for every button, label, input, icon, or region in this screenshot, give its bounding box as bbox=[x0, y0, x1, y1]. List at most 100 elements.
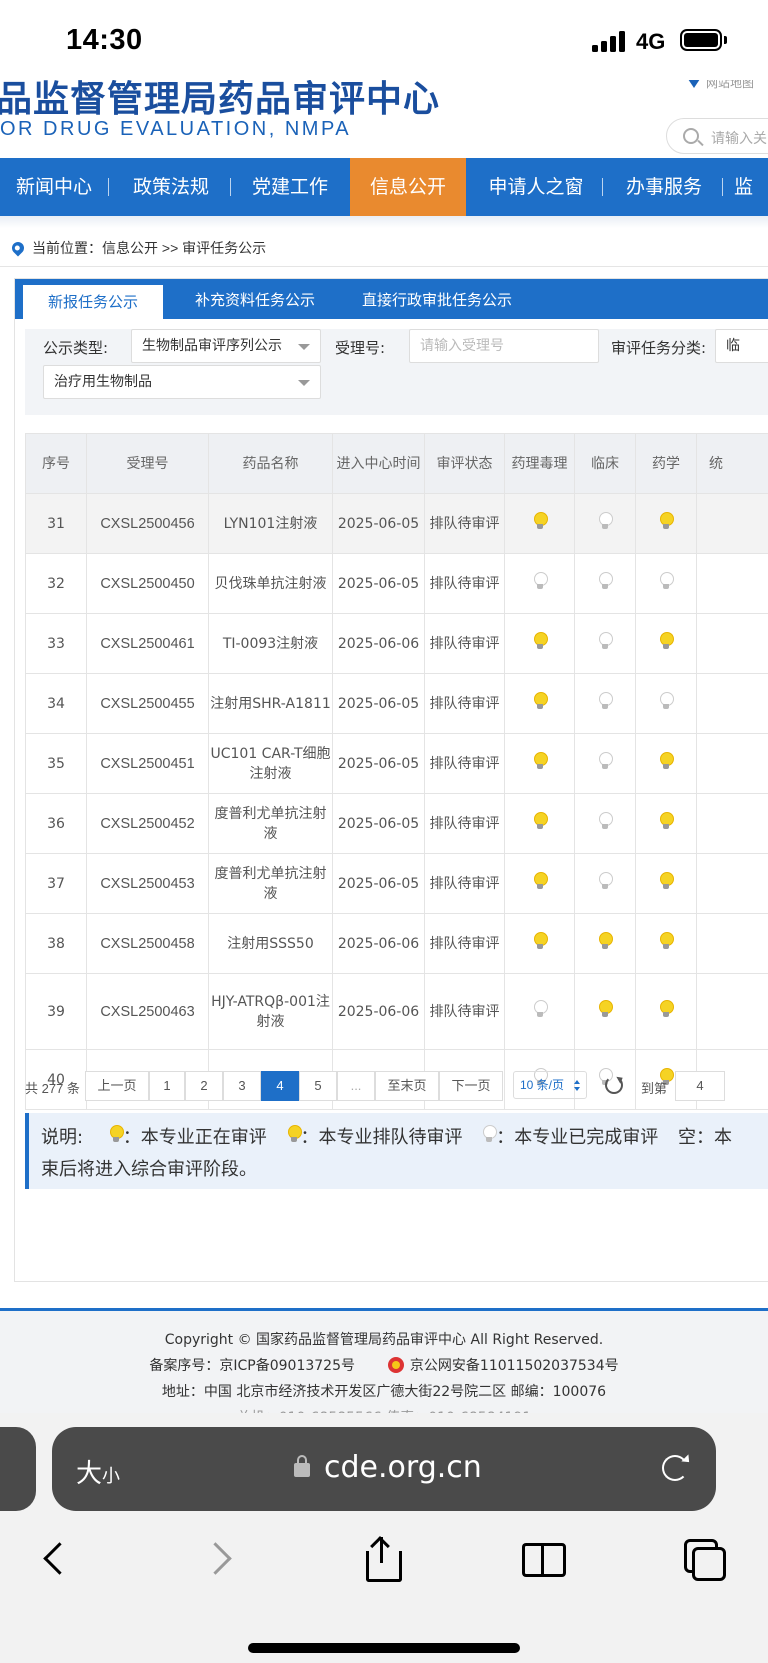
nav-item-info-public[interactable]: 信息公开 bbox=[350, 158, 466, 216]
main-nav: 新闻中心 政策法规 党建工作 信息公开 申请人之窗 办事服务 监 bbox=[0, 158, 768, 216]
filter-category-label: 审评任务分类: bbox=[611, 339, 707, 357]
cell-clinical bbox=[574, 613, 636, 674]
total-count: 共 277 条 bbox=[25, 1081, 80, 1096]
signal-icon bbox=[592, 30, 626, 52]
goto-label: 到第 bbox=[641, 1081, 668, 1096]
cell-drug-name: HJY-ATRQβ-001注射液 bbox=[208, 973, 333, 1050]
cell-no: 33 bbox=[25, 613, 87, 674]
bulb-icon bbox=[659, 999, 674, 1018]
col-header-accept-no[interactable]: 受理号 bbox=[86, 433, 209, 494]
cell-clinical bbox=[574, 733, 636, 794]
filter-type-select[interactable]: 生物制品审评序列公示 bbox=[131, 329, 321, 363]
page-button-2[interactable]: 2 bbox=[185, 1071, 223, 1101]
bulb-icon bbox=[598, 811, 613, 830]
sitemap-icon bbox=[688, 79, 700, 89]
battery-tip bbox=[724, 36, 727, 44]
col-header-entry-time[interactable]: 进入中心时间 bbox=[332, 433, 425, 494]
col-header-stats[interactable]: 统 bbox=[696, 433, 768, 494]
tab-direct-approval-tasks[interactable]: 直接行政审批任务公示 bbox=[347, 279, 527, 319]
nav-shadow bbox=[0, 216, 768, 228]
nav-separator bbox=[230, 178, 231, 196]
prev-page-button[interactable]: 上一页 bbox=[85, 1071, 149, 1101]
bulb-icon bbox=[598, 931, 613, 950]
filter-subcategory-value: 治疗用生物制品 bbox=[54, 374, 152, 390]
refresh-icon[interactable] bbox=[605, 1076, 623, 1094]
cell-drug-name: UC101 CAR-T细胞注射液 bbox=[208, 733, 333, 794]
page-ellipsis: ... bbox=[337, 1071, 375, 1101]
cell-no: 34 bbox=[25, 673, 87, 734]
bulb-icon bbox=[659, 871, 674, 890]
cell-entry-time: 2025-06-05 bbox=[332, 493, 425, 554]
address-bar[interactable]: 大小 cde.org.cn bbox=[52, 1427, 716, 1511]
footer-police[interactable]: 京公网安备11011502037534号 bbox=[410, 1358, 619, 1374]
notes-label: 说明: bbox=[41, 1127, 84, 1148]
cell-drug-name: 度普利尤单抗注射液 bbox=[208, 853, 333, 914]
filter-subcategory-select[interactable]: 治疗用生物制品 bbox=[43, 365, 321, 399]
tab-new-tasks[interactable]: 新报任务公示 bbox=[23, 285, 163, 319]
reload-icon[interactable] bbox=[662, 1455, 688, 1481]
col-header-drug-name[interactable]: 药品名称 bbox=[208, 433, 333, 494]
table-row: 39 CXSL2500463 HJY-ATRQβ-001注射液 2025-06-06 排… bbox=[25, 973, 768, 1050]
cell-accept-no: CXSL2500458 bbox=[86, 913, 209, 974]
forward-icon[interactable] bbox=[196, 1537, 240, 1581]
filter-accept-label: 受理号: bbox=[335, 339, 386, 357]
text-size-button[interactable]: 大小 bbox=[76, 1453, 120, 1490]
nav-separator bbox=[722, 178, 723, 196]
nav-item-services[interactable]: 办事服务 bbox=[606, 158, 722, 216]
footer-icp[interactable]: 备案序号：京ICP备09013725号 bbox=[149, 1358, 355, 1374]
cell-entry-time: 2025-06-05 bbox=[332, 793, 425, 854]
goto-page-input[interactable]: 4 bbox=[675, 1071, 725, 1101]
table-row: 37 CXSL2500453 度普利尤单抗注射液 2025-06-05 排队待审评 bbox=[25, 853, 768, 914]
breadcrumb-divider bbox=[0, 266, 768, 267]
nav-item-supervision[interactable]: 监 bbox=[734, 158, 768, 216]
accept-number-input[interactable]: 请输入受理号 bbox=[409, 329, 599, 363]
search-placeholder: 请输入关 bbox=[711, 130, 767, 146]
page-button-5[interactable]: 5 bbox=[299, 1071, 337, 1101]
cell-accept-no: CXSL2500450 bbox=[86, 553, 209, 614]
bulb-icon bbox=[533, 931, 548, 950]
cell-clinical bbox=[574, 973, 636, 1050]
cell-accept-no: CXSL2500455 bbox=[86, 673, 209, 734]
tab-supplement-tasks[interactable]: 补充资料任务公示 bbox=[175, 279, 335, 319]
notes-item-queued: ：本专业排队待审评 bbox=[300, 1127, 463, 1148]
back-icon[interactable] bbox=[34, 1537, 78, 1581]
cell-clinical bbox=[574, 553, 636, 614]
nav-item-party[interactable]: 党建工作 bbox=[232, 158, 348, 216]
nav-item-applicant[interactable]: 申请人之窗 bbox=[470, 158, 602, 216]
page-button-4[interactable]: 4 bbox=[261, 1071, 299, 1101]
col-header-clinical[interactable]: 临床 bbox=[574, 433, 636, 494]
share-icon[interactable] bbox=[360, 1536, 404, 1582]
cell-stats bbox=[696, 733, 768, 794]
col-header-no[interactable]: 序号 bbox=[25, 433, 87, 494]
sort-arrows-icon bbox=[574, 1080, 580, 1092]
bulb-icon bbox=[598, 571, 613, 590]
cell-status: 排队待审评 bbox=[424, 733, 505, 794]
page-button-1[interactable]: 1 bbox=[149, 1071, 185, 1101]
url-text[interactable]: cde.org.cn bbox=[324, 1450, 482, 1485]
col-header-pharmacy[interactable]: 药学 bbox=[635, 433, 697, 494]
last-page-button[interactable]: 至末页 bbox=[375, 1071, 439, 1101]
filter-category-select[interactable]: 临 bbox=[715, 329, 768, 363]
tabs-icon[interactable] bbox=[682, 1537, 726, 1581]
bookmarks-icon[interactable] bbox=[520, 1537, 566, 1581]
bulb-icon-completed bbox=[482, 1125, 498, 1143]
bulb-icon bbox=[533, 691, 548, 710]
page-button-3[interactable]: 3 bbox=[223, 1071, 261, 1101]
col-header-status[interactable]: 审评状态 bbox=[424, 433, 505, 494]
cell-no: 31 bbox=[25, 493, 87, 554]
nav-item-policy[interactable]: 政策法规 bbox=[112, 158, 230, 216]
cell-pharm-tox bbox=[504, 913, 575, 974]
content-panel: 新报任务公示 补充资料任务公示 直接行政审批任务公示 公示类型: 生物制品审评序… bbox=[14, 278, 768, 1282]
page-size-select[interactable]: 10 条/页 bbox=[513, 1071, 587, 1099]
bulb-icon bbox=[533, 631, 548, 650]
next-page-button[interactable]: 下一页 bbox=[439, 1071, 503, 1101]
bulb-icon-queued bbox=[287, 1125, 302, 1143]
cell-accept-no: CXSL2500453 bbox=[86, 853, 209, 914]
col-header-pharm-tox[interactable]: 药理毒理 bbox=[504, 433, 575, 494]
cell-pharm-tox bbox=[504, 733, 575, 794]
nav-item-news[interactable]: 新闻中心 bbox=[0, 158, 108, 216]
breadcrumb-text: 当前位置：信息公开 >> 审评任务公示 bbox=[32, 240, 267, 256]
cell-pharmacy bbox=[635, 673, 697, 734]
previous-tab-peek[interactable] bbox=[0, 1427, 36, 1511]
site-search-input[interactable]: 请输入关 bbox=[666, 118, 768, 154]
